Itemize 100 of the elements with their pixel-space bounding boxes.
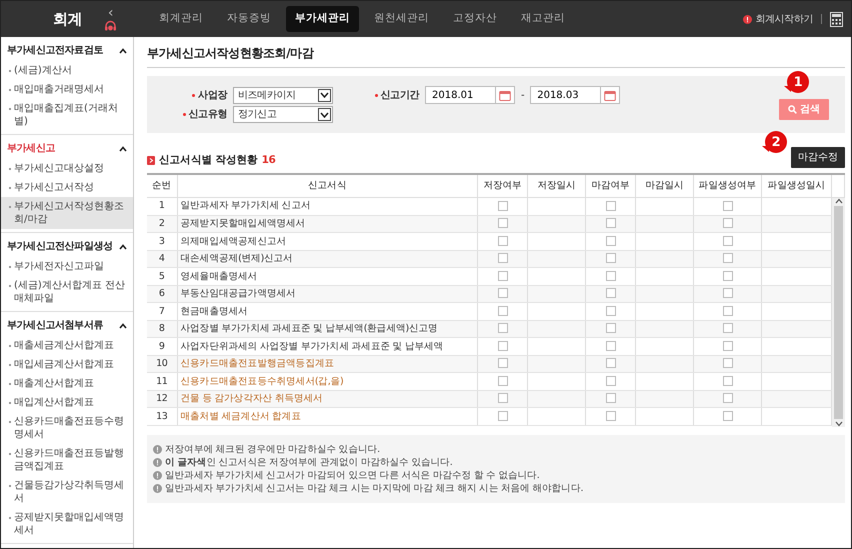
checkbox[interactable] [498,358,508,368]
column-header: 마감일시 [636,175,694,198]
checkbox[interactable] [722,306,732,316]
checkbox[interactable] [606,340,616,351]
nav-tab[interactable]: 자동증빙 [218,6,280,32]
scrollbar[interactable] [832,198,845,427]
sidebar-section-title[interactable]: 부가세신고전산파일생성 [1,236,133,257]
checkbox[interactable] [498,253,508,264]
table-cell: 현금매출명세서 [177,302,478,320]
checkbox[interactable] [722,236,732,246]
nav-tab[interactable]: 고정자산 [444,6,506,32]
checkbox[interactable] [606,358,616,368]
scroll-up-icon[interactable] [834,198,842,204]
checkbox[interactable] [722,200,732,211]
checkbox[interactable] [498,306,508,316]
sidebar-item[interactable]: 매입매출집계표(거래처별) [1,99,133,131]
checkbox[interactable] [606,218,616,228]
sidebar-section-title[interactable]: 부가세신고 [1,138,133,159]
checkbox[interactable] [722,358,732,368]
checkbox[interactable] [606,306,616,316]
checkbox[interactable] [498,200,508,211]
date-field[interactable]: 2018.03 [530,86,600,104]
table-cell: 9 [147,338,177,356]
checkbox[interactable] [722,288,732,298]
checkbox[interactable] [722,323,732,334]
sidebar-item[interactable]: 신용카드매출전표등수령명세서 [1,412,133,444]
sidebar-item[interactable]: 매출계산서합계표 [1,374,133,393]
checkbox[interactable] [498,340,508,351]
caret-icon[interactable] [119,48,127,54]
table-cell: 12 [147,390,177,408]
table-cell: 13 [147,408,177,426]
checkbox[interactable] [498,393,508,404]
caret-icon[interactable] [119,244,127,250]
checkbox[interactable] [606,270,616,281]
calculator-icon[interactable] [830,12,843,26]
checkbox[interactable] [498,410,508,421]
start-link[interactable]: 회계시작하기 [743,12,813,26]
nav-tab[interactable]: 재고관리 [512,6,574,32]
callout-marker: 1 [787,71,809,94]
nav-tab[interactable]: 원천세관리 [365,6,438,32]
note-text: 이 글자색인 신고서식은 저장여부에 관계없이 마감하실수 있습니다. [165,456,452,469]
note-text: 저장여부에 체크된 경우에만 마감하실수 있습니다. [165,442,380,456]
column-header: 신고서식 [177,175,478,198]
checkbox[interactable] [722,410,732,421]
date-field[interactable]: 2018.01 [425,86,495,104]
help-headset-icon[interactable] [104,20,118,32]
column-header: 파일생성여부 [694,175,762,198]
table-cell: 8 [147,320,177,338]
sidebar-item[interactable]: 매입매출거래명세서 [1,80,133,99]
checkbox[interactable] [606,253,616,264]
checkbox[interactable] [606,376,616,386]
close-edit-button[interactable]: 마감수정 [791,147,845,168]
sidebar-item[interactable]: 부가세신고서작성 [1,178,133,197]
checkbox[interactable] [606,410,616,421]
sidebar-item[interactable]: (세금)계산서 [1,61,133,80]
checkbox[interactable] [722,270,732,281]
calendar-icon[interactable] [495,86,515,104]
nav-tab[interactable]: 회계관리 [150,6,212,32]
business-select[interactable]: 비즈메카이지 [233,86,333,104]
checkbox[interactable] [606,323,616,334]
info-icon [153,444,162,454]
checkbox[interactable] [498,236,508,246]
checkbox[interactable] [606,200,616,211]
form-count: 16 [262,152,276,168]
checkbox[interactable] [606,236,616,246]
sidebar-item[interactable]: (세금)계산서합계표 전산매체파일 [1,276,133,308]
checkbox[interactable] [722,340,732,351]
checkbox[interactable] [498,288,508,298]
sidebar-item[interactable]: 매입세금계산서합계표 [1,355,133,374]
checkbox[interactable] [498,376,508,386]
sidebar-item[interactable]: 신용카드매출전표등발행금액집계표 [1,444,133,476]
sidebar-section-title[interactable]: 부가세신고전자료검토 [1,40,133,61]
checkbox[interactable] [606,288,616,298]
checkbox[interactable] [498,218,508,228]
checkbox[interactable] [722,253,732,264]
sidebar-item[interactable]: 건물등감가상각취득명세서 [1,476,133,508]
scroll-down-icon[interactable] [834,420,842,427]
sidebar-item[interactable]: 부가세신고대상설정 [1,159,133,178]
checkbox[interactable] [722,218,732,228]
table-cell: 매출처별 세금계산서 합계표 [177,408,478,426]
sidebar-item[interactable]: 매입계산서합계표 [1,393,133,412]
collapse-button[interactable]: ‹ [108,6,114,20]
sidebar-item[interactable]: 부가세전자신고파일 [1,257,133,276]
nav-tab[interactable]: 부가세관리 [286,6,359,32]
checkbox[interactable] [722,376,732,386]
checkbox[interactable] [722,393,732,404]
checkbox[interactable] [498,323,508,334]
checkbox[interactable] [498,270,508,281]
caret-icon[interactable] [119,146,127,152]
sidebar-item[interactable]: 부가세신고서작성현황조회/마감 [1,197,133,229]
sidebar-item[interactable]: 공제받지못할매입세액명세서 [1,508,133,540]
type-select[interactable]: 정기신고 [233,106,333,124]
caret-icon[interactable] [119,322,127,328]
calendar-icon[interactable] [600,86,620,104]
sidebar-item[interactable]: 매출세금계산서합계표 [1,336,133,355]
sidebar-section-title[interactable]: 부가세신고서첨부서류 [1,315,133,336]
column-header: 마감여부 [586,175,636,198]
checkbox[interactable] [606,393,616,404]
table-cell: 신용카드매출전표등수취명세서(갑,을) [177,372,478,390]
table-cell: 4 [147,250,177,268]
